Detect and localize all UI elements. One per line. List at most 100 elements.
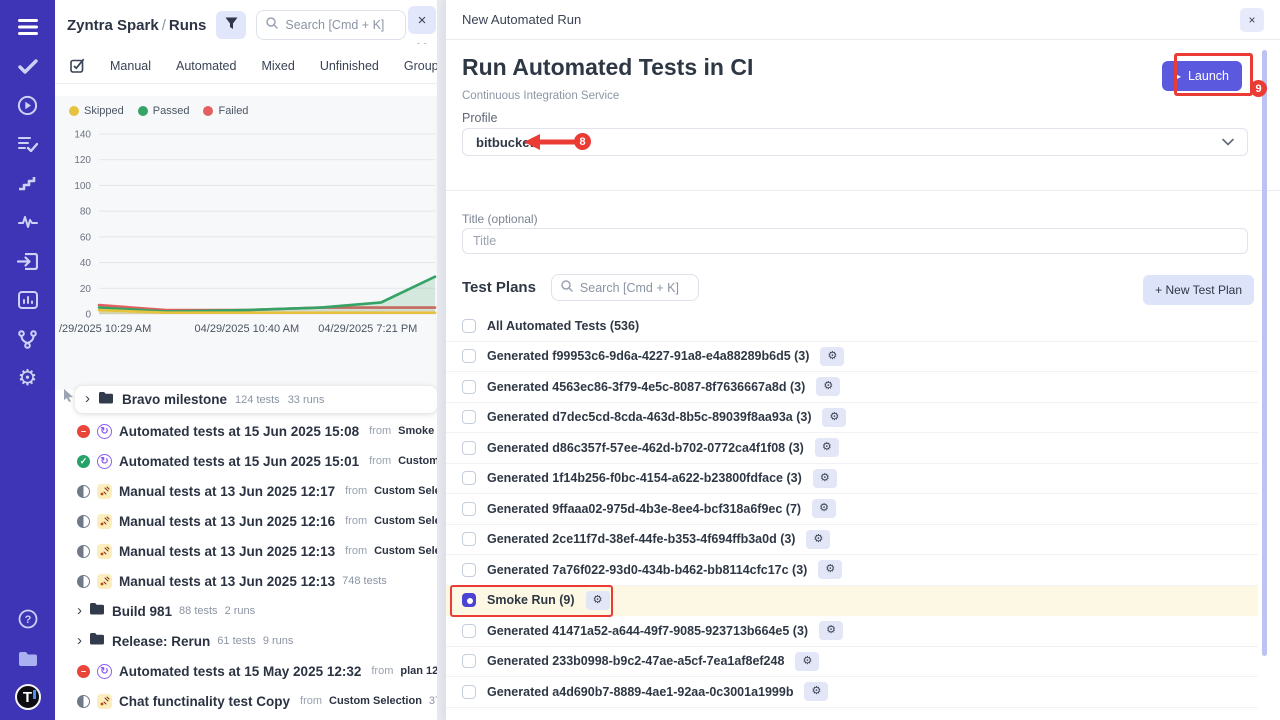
runs-search[interactable] [256, 10, 406, 40]
checkbox[interactable] [462, 654, 476, 668]
chevron-right-icon[interactable]: › [85, 391, 90, 408]
test-plan-row-smoke-run-9[interactable]: Smoke Run (9)⚙ [446, 586, 1258, 617]
run-row[interactable]: Chat functinality test CopyfromCustom Se… [55, 686, 437, 716]
menu-icon[interactable] [15, 14, 41, 40]
projects-folder-icon[interactable] [15, 645, 41, 671]
new-test-plan-button[interactable]: + New Test Plan [1143, 275, 1254, 305]
run-row[interactable]: Manual tests at 13 Jun 2025 12:13748 tes… [55, 566, 437, 596]
chevron-right-icon[interactable]: › [77, 603, 82, 620]
checkbox[interactable] [462, 471, 476, 485]
checkbox[interactable] [462, 410, 476, 424]
test-plans-list: All Automated Tests (536) Generated f9995… [446, 311, 1258, 708]
test-plans-search-input[interactable] [580, 281, 689, 295]
test-plan-settings-chip[interactable]: ⚙ [819, 621, 843, 640]
tab-mixed[interactable]: Mixed [261, 59, 294, 73]
test-plan-settings-chip[interactable]: ⚙ [813, 469, 837, 488]
test-plan-settings-chip[interactable]: ⚙ [806, 530, 830, 549]
panel-close-button[interactable]: × [408, 6, 436, 34]
test-plan-row-generated-d7dec5cd-8cda-463d-8b5c-89039f[interactable]: Generated d7dec5cd-8cda-463d-8b5c-89039f… [446, 403, 1258, 434]
analytics-chart-icon[interactable] [15, 287, 41, 313]
modal-close-button[interactable]: × [1240, 8, 1264, 32]
run-row[interactable]: Manual tests at 13 Jun 2025 12:13fromCus… [55, 536, 437, 566]
checkbox[interactable] [462, 441, 476, 455]
modal-divider [446, 190, 1280, 191]
run-group-row[interactable]: ›Release: Rerun61 tests9 runs [55, 626, 437, 656]
title-input[interactable] [462, 228, 1248, 254]
chart-legend: SkippedPassedFailed [55, 96, 437, 117]
test-plan-row-generated-233b0998-b9c2-47ae-a5cf-7ea1af[interactable]: Generated 233b0998-b9c2-47ae-a5cf-7ea1af… [446, 647, 1258, 678]
run-from-label: from [371, 665, 393, 677]
test-plan-settings-chip[interactable]: ⚙ [804, 682, 828, 701]
test-plan-row-generated-2ce11f7d-38ef-44fe-b353-4f694f[interactable]: Generated 2ce11f7d-38ef-44fe-b353-4f694f… [446, 525, 1258, 556]
tab-unfinished[interactable]: Unfinished [320, 59, 379, 73]
modal-scrollbar[interactable] [1262, 50, 1267, 656]
test-plan-settings-chip[interactable]: ⚙ [815, 438, 839, 457]
select-runs-icon[interactable] [70, 58, 85, 73]
progress-steps-icon[interactable] [15, 170, 41, 196]
run-from-label: from [369, 425, 391, 437]
test-plan-row-generated-d86c357f-57ee-462d-b702-0772ca[interactable]: Generated d86c357f-57ee-462d-b702-0772ca… [446, 433, 1258, 464]
activity-pulse-icon[interactable] [15, 209, 41, 235]
checkbox-checked[interactable] [462, 593, 476, 607]
run-title: Manual tests at 13 Jun 2025 12:16 [119, 514, 335, 529]
status-viewed-icon [77, 545, 90, 558]
settings-gear-icon[interactable]: ⚙ [15, 365, 41, 391]
test-plan-settings-chip[interactable]: ⚙ [586, 591, 610, 610]
panel-resize-icon[interactable]: - - [417, 38, 428, 48]
test-plan-label: Generated f99953c6-9d6a-4227-91a8-e4a882… [487, 349, 809, 363]
filter-button[interactable] [216, 11, 246, 39]
run-title: Manual tests at 13 Jun 2025 12:13 [119, 574, 335, 589]
runs-search-input[interactable] [285, 18, 396, 32]
test-plan-row-generated-a4d690b7-8889-4ae1-92aa-0c3001[interactable]: Generated a4d690b7-8889-4ae1-92aa-0c3001… [446, 677, 1258, 708]
checkbox[interactable] [462, 563, 476, 577]
run-group-row[interactable]: ›Build 98188 tests2 runs [55, 596, 437, 626]
chevron-right-icon[interactable]: › [77, 633, 82, 650]
import-run-icon[interactable] [15, 248, 41, 274]
test-plan-row-generated-f99953c6-9d6a-4227-91a8-e4a882[interactable]: Generated f99953c6-9d6a-4227-91a8-e4a882… [446, 342, 1258, 373]
annotation-badge-9: 9 [1250, 80, 1267, 97]
test-plan-row-generated-41471a52-a644-49f7-9085-923713[interactable]: Generated 41471a52-a644-49f7-9085-923713… [446, 616, 1258, 647]
test-plan-settings-chip[interactable]: ⚙ [816, 377, 840, 396]
test-plans-search[interactable] [551, 274, 699, 301]
tab-automated[interactable]: Automated [176, 59, 236, 73]
checkbox[interactable] [462, 532, 476, 546]
run-row[interactable]: –↻Automated tests at 15 Jun 2025 15:08fr… [55, 416, 437, 446]
run-row[interactable]: –↻Automated tests at 15 May 2025 12:32fr… [55, 656, 437, 686]
test-plan-row-generated-7a76f022-93d0-434b-b462-bb8114[interactable]: Generated 7a76f022-93d0-434b-b462-bb8114… [446, 555, 1258, 586]
test-plan-settings-chip[interactable]: ⚙ [795, 652, 819, 671]
run-row[interactable]: Manual tests at 13 Jun 2025 12:17fromCus… [55, 476, 437, 506]
checkbox[interactable] [462, 624, 476, 638]
svg-text:80: 80 [80, 207, 92, 218]
test-plan-row-generated-4563ec86-3f79-4e5c-8087-8f7636[interactable]: Generated 4563ec86-3f79-4e5c-8087-8f7636… [446, 372, 1258, 403]
folder-icon [98, 391, 114, 409]
test-plan-settings-chip[interactable]: ⚙ [820, 347, 844, 366]
tab-groups[interactable]: Groups [404, 59, 437, 73]
status-failed-icon: – [77, 665, 90, 678]
checkbox[interactable] [462, 502, 476, 516]
checkbox[interactable] [462, 380, 476, 394]
tab-manual[interactable]: Manual [110, 59, 151, 73]
gear-icon: ⚙ [593, 595, 603, 606]
launch-button[interactable]: ▶ Launch [1162, 61, 1242, 91]
test-plan-settings-chip[interactable]: ⚙ [812, 499, 836, 518]
run-row[interactable]: ✓↻Automated tests at 15 Jun 2025 15:01fr… [55, 446, 437, 476]
checkbox[interactable] [462, 349, 476, 363]
breadcrumb-project[interactable]: Zyntra Spark [67, 17, 159, 34]
test-plan-settings-chip[interactable]: ⚙ [822, 408, 846, 427]
test-list-icon[interactable] [15, 131, 41, 157]
check-tasks-icon[interactable] [15, 53, 41, 79]
test-plan-row-generated-1f14b256-f0bc-4154-a622-b23800[interactable]: Generated 1f14b256-f0bc-4154-a622-b23800… [446, 464, 1258, 495]
checkbox[interactable] [462, 685, 476, 699]
run-play-icon[interactable] [15, 92, 41, 118]
test-plan-row-all-automated-tests-536[interactable]: All Automated Tests (536) [446, 311, 1258, 342]
branch-icon[interactable] [15, 326, 41, 352]
help-icon[interactable]: ? [15, 606, 41, 632]
run-row[interactable]: Manual tests at 13 Jun 2025 12:16fromCus… [55, 506, 437, 536]
test-plan-settings-chip[interactable]: ⚙ [818, 560, 842, 579]
test-plan-row-generated-9ffaaa02-975d-4b3e-8ee4-bcf318[interactable]: Generated 9ffaaa02-975d-4b3e-8ee4-bcf318… [446, 494, 1258, 525]
checkbox[interactable] [462, 319, 476, 333]
run-title: Automated tests at 15 May 2025 12:32 [119, 664, 361, 679]
milestone-card[interactable]: › Bravo milestone 124 tests 33 runs [75, 386, 437, 413]
runs-panel: Zyntra Spark/Runs × - - ManualAutomatedM… [55, 0, 437, 720]
run-from-source: Custom Selection [398, 455, 437, 467]
